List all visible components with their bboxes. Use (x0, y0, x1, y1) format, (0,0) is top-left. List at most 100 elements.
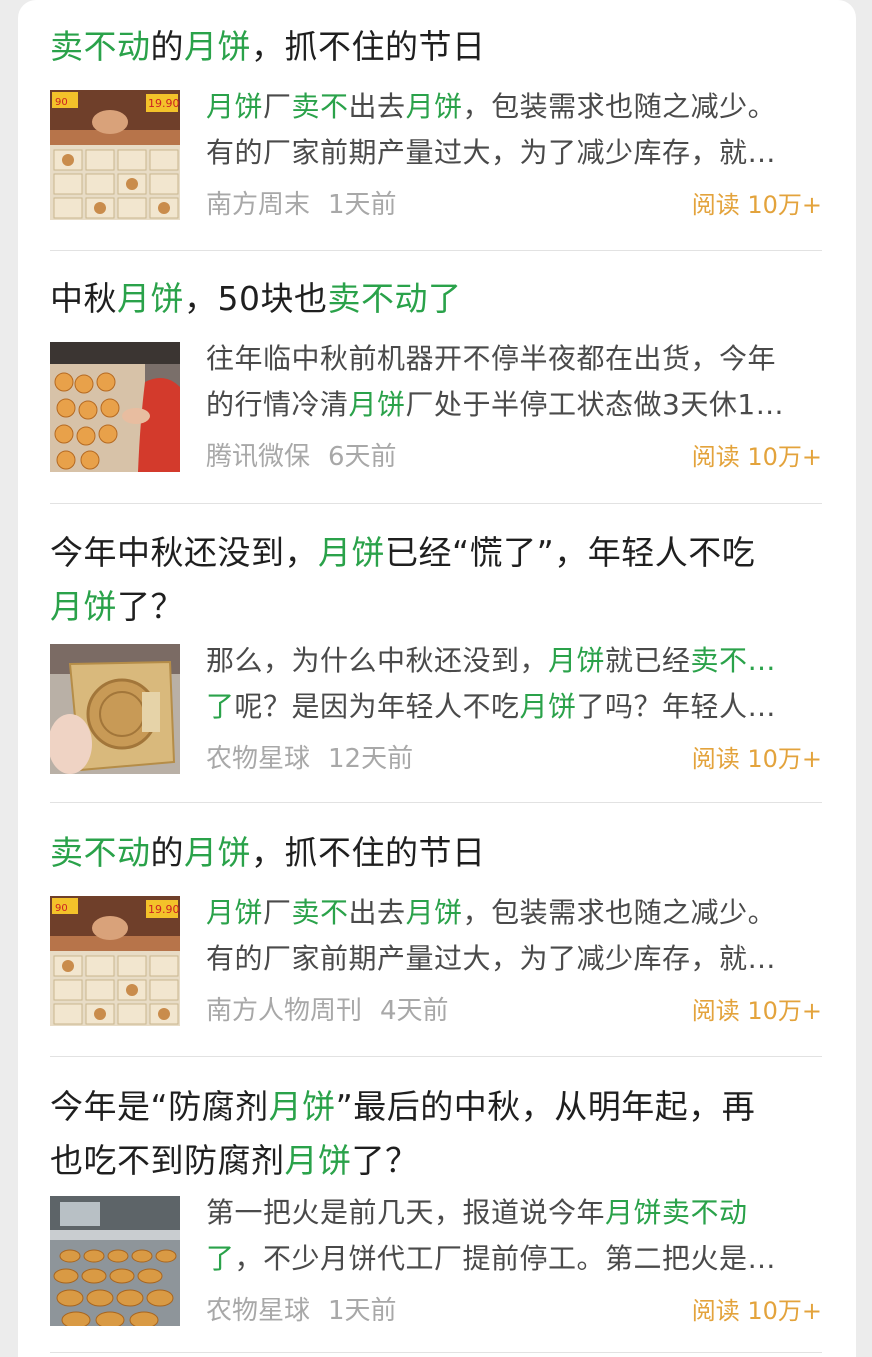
keyword-highlight: 月饼 (50, 587, 117, 626)
keyword-highlight: 月饼 (318, 533, 385, 572)
keyword-highlight: 卖不动 (50, 833, 151, 872)
title-text: 今年中秋还没到， (50, 533, 318, 572)
summary-text: 呢？是因为年轻人不吃 (234, 690, 520, 723)
title-text: 今年是“防腐剂 (50, 1087, 269, 1126)
title-text: 了？ (117, 587, 184, 626)
article-meta: 腾讯微保 6天前 阅读 10万+ (206, 437, 822, 477)
article-thumbnail[interactable]: 90 19.90 (50, 90, 180, 220)
article-time: 4天前 (380, 996, 449, 1026)
summary-line: 有的厂家前期产量过大，为了减少库存，就… (206, 936, 822, 982)
read-count: 阅读 10万+ (691, 443, 822, 471)
divider (50, 1056, 822, 1057)
summary-line: 月饼厂卖不出去月饼，包装需求也随之减少。 (206, 890, 822, 936)
article-meta: 南方人物周刊 4天前 阅读 10万+ (206, 991, 822, 1031)
summary-line: 了呢？是因为年轻人不吃月饼了吗？年轻人… (206, 684, 822, 730)
article-item[interactable]: 今年是“防腐剂月饼”最后的中秋，从明年起，再 也吃不到防腐剂月饼了？ 第一把火是前… (50, 1080, 822, 1330)
keyword-highlight: 月饼 (405, 896, 463, 929)
article-source[interactable]: 南方人物周刊 (206, 996, 362, 1026)
article-item[interactable]: 今年中秋还没到，月饼已经“慌了”，年轻人不吃 月饼了？ 那么，为什么中秋还没到，月… (50, 526, 822, 776)
summary-line: 那么，为什么中秋还没到，月饼就已经卖不… (206, 638, 822, 684)
title-text: 了？ (351, 1141, 419, 1180)
title-text: 中秋 (50, 279, 117, 318)
title-text: ，50块也 (184, 279, 328, 318)
article-meta: 农物星球 1天前 阅读 10万+ (206, 1291, 822, 1331)
article-source[interactable]: 腾讯微保 (206, 442, 310, 472)
read-count: 阅读 10万+ (691, 1297, 822, 1325)
summary-text: 往年临中秋前机器开不停半夜都在出货，今年 (206, 342, 777, 375)
article-summary: 月饼厂卖不出去月饼，包装需求也随之减少。 有的厂家前期产量过大，为了减少库存，就… (206, 84, 822, 176)
summary-text: 第一把火是前几天，报道说今年 (206, 1196, 606, 1229)
keyword-highlight: 月饼 (184, 27, 251, 66)
article-summary: 那么，为什么中秋还没到，月饼就已经卖不… 了呢？是因为年轻人不吃月饼了吗？年轻人… (206, 638, 822, 730)
summary-text: 厂 (263, 90, 292, 123)
summary-text: 就已经 (605, 644, 691, 677)
keyword-highlight: 月饼 (206, 90, 264, 123)
article-list-card: 卖不动的月饼，抓不住的节日 90 19.90 月饼厂卖不出去月饼，包装需求也随之… (18, 0, 856, 1357)
divider (50, 503, 822, 504)
article-title[interactable]: 卖不动的月饼，抓不住的节日 (50, 826, 822, 880)
article-source[interactable]: 农物星球 (206, 1296, 310, 1326)
summary-line: 往年临中秋前机器开不停半夜都在出货，今年 (206, 336, 822, 382)
svg-text:90: 90 (55, 97, 68, 108)
article-item[interactable]: 中秋月饼，50块也卖不动了 往年临中秋前机器开不停半夜都在出货，今年 的行情冷清月… (50, 272, 822, 472)
keyword-highlight: 月饼 (348, 388, 406, 421)
article-thumbnail[interactable] (50, 1196, 180, 1326)
read-count: 阅读 10万+ (691, 191, 822, 219)
keyword-highlight: 月饼 (519, 690, 577, 723)
keyword-highlight: 卖不… (690, 644, 777, 677)
summary-line: 的行情冷清月饼厂处于半停工状态做3天休1… (206, 382, 822, 428)
article-summary: 月饼厂卖不出去月饼，包装需求也随之减少。有的厂家前期产量过大，为了减少库存，就… (206, 890, 822, 982)
summary-text: 有的厂家前期产量过大，为了减少库存，就… (206, 136, 777, 169)
title-text: 也吃不到防腐剂 (50, 1141, 285, 1180)
keyword-highlight: 月饼 (206, 896, 264, 929)
article-title[interactable]: 中秋月饼，50块也卖不动了 (50, 272, 822, 326)
summary-text: 出去 (348, 90, 406, 123)
keyword-highlight: 卖不动了 (327, 279, 462, 318)
title-text: ，抓不住的节日 (251, 27, 486, 66)
article-item[interactable]: 卖不动的月饼，抓不住的节日 90 19.90 月饼厂卖不出去月饼，包装需求也随之… (50, 826, 822, 1026)
svg-text:90: 90 (55, 903, 68, 914)
article-source[interactable]: 农物星球 (206, 744, 310, 774)
summary-text: ，不少月饼代工厂提前停工。第二把火是… (234, 1242, 777, 1275)
keyword-highlight: 卖不 (291, 896, 349, 929)
summary-line: 第一把火是前几天，报道说今年月饼卖不动 (206, 1190, 822, 1236)
article-summary: 第一把火是前几天，报道说今年月饼卖不动 了，不少月饼代工厂提前停工。第二把火是… (206, 1190, 822, 1282)
article-title[interactable]: 卖不动的月饼，抓不住的节日 (50, 20, 822, 74)
article-meta: 农物星球 12天前 阅读 10万+ (206, 739, 822, 779)
article-thumbnail[interactable] (50, 342, 180, 472)
summary-text: 那么，为什么中秋还没到， (206, 644, 549, 677)
title-text: ，抓不住的节日 (251, 833, 486, 872)
article-summary: 往年临中秋前机器开不停半夜都在出货，今年的行情冷清月饼厂处于半停工状态做3天休1… (206, 336, 822, 428)
summary-line: 了，不少月饼代工厂提前停工。第二把火是… (206, 1236, 822, 1282)
title-text: 的 (150, 27, 184, 66)
summary-text: 厂 (263, 896, 292, 929)
summary-line: 月饼厂卖不出去月饼，包装需求也随之减少。 (206, 84, 822, 130)
article-thumbnail[interactable]: 90 19.90 (50, 896, 180, 1026)
article-title[interactable]: 今年是“防腐剂月饼”最后的中秋，从明年起，再 也吃不到防腐剂月饼了？ (50, 1080, 822, 1188)
keyword-highlight: 月饼 (184, 833, 251, 872)
svg-text:19.90: 19.90 (148, 97, 180, 110)
article-thumbnail[interactable] (50, 644, 180, 774)
divider (50, 802, 822, 803)
summary-text: 有的厂家前期产量过大，为了减少库存，就… (206, 942, 777, 975)
divider (50, 1352, 822, 1353)
keyword-highlight: 卖不动 (50, 27, 151, 66)
summary-text: ，包装需求也随之减少。 (462, 90, 777, 123)
article-item[interactable]: 卖不动的月饼，抓不住的节日 90 19.90 月饼厂卖不出去 月饼 ，包装需求也随之… (50, 20, 822, 220)
summary-text: ，包装需求也随之减少。 (462, 896, 777, 929)
article-time: 6天前 (328, 442, 397, 472)
summary-line: 有的厂家前期产量过大，为了减少库存，就… (206, 130, 822, 176)
summary-text: 的行情冷清 (206, 388, 349, 421)
read-count: 阅读 10万+ (691, 997, 822, 1025)
article-meta: 南方周末 1天前 阅读 10万+ (206, 185, 822, 225)
article-time: 12天前 (328, 744, 414, 774)
title-text: 的 (150, 833, 184, 872)
keyword-highlight: 月饼 (284, 1141, 352, 1180)
article-source[interactable]: 南方周末 (206, 190, 310, 220)
article-time: 1天前 (328, 1296, 397, 1326)
title-text: 已经“慌了”，年轻人不吃 (385, 533, 756, 572)
keyword-highlight: 卖不 (291, 90, 349, 123)
keyword-highlight: 月饼 (548, 644, 606, 677)
article-title[interactable]: 今年中秋还没到，月饼已经“慌了”，年轻人不吃 月饼了？ (50, 526, 822, 634)
keyword-highlight: 了 (206, 1242, 235, 1275)
